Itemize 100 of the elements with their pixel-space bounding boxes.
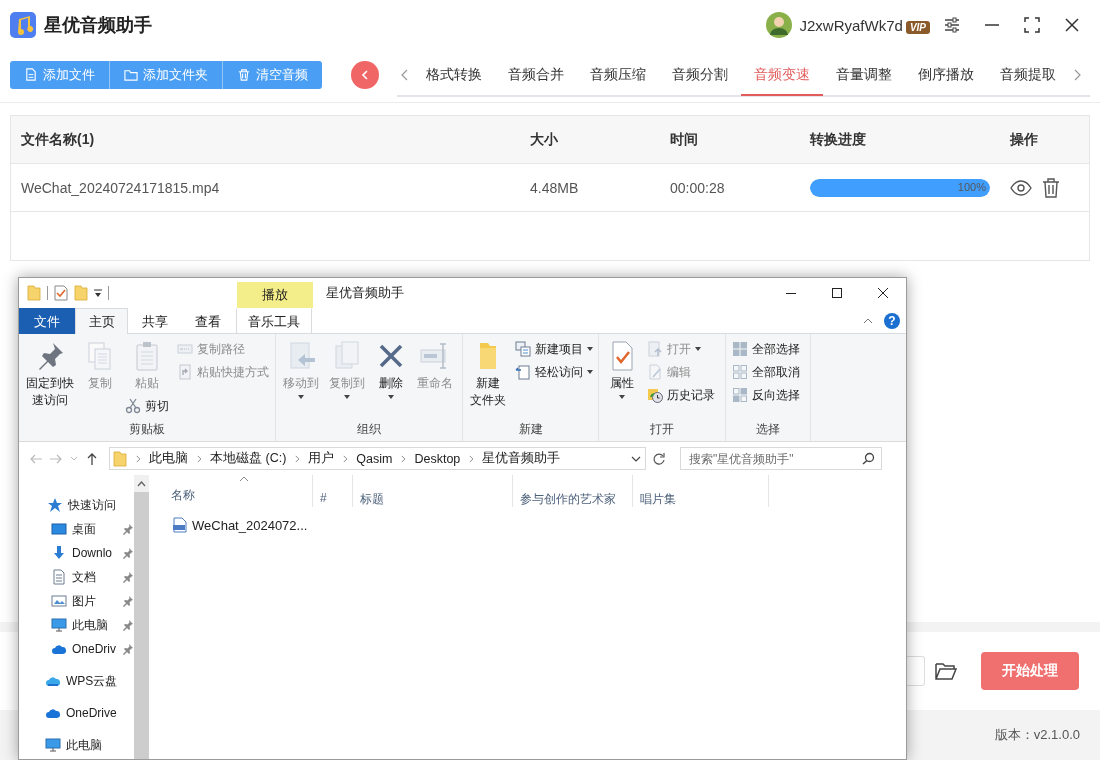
- ribbon-button[interactable]: 历史记录: [644, 384, 718, 406]
- nav-item[interactable]: WPS云盘: [19, 665, 134, 697]
- breadcrumb-item[interactable]: Qasim: [356, 451, 393, 466]
- tab[interactable]: 音频压缩: [576, 56, 659, 96]
- dropdown-icon[interactable]: [94, 288, 102, 298]
- column-header: 时间: [669, 130, 699, 149]
- column-header[interactable]: 名称: [164, 475, 313, 507]
- nav-item[interactable]: 此电脑: [19, 613, 134, 637]
- refresh-icon[interactable]: [652, 451, 666, 466]
- select-all-icon: [732, 341, 748, 357]
- nav-item[interactable]: Downlo: [19, 541, 134, 565]
- breadcrumb-item[interactable]: Desktop: [414, 451, 461, 466]
- column-header[interactable]: 标题: [353, 475, 513, 507]
- select-none-icon: [732, 364, 748, 380]
- back-button[interactable]: [351, 61, 379, 89]
- avatar: [765, 12, 792, 38]
- app-title: 星优音频助手: [44, 14, 152, 37]
- column-header[interactable]: 唱片集: [633, 475, 769, 507]
- invert-selection-icon: [732, 387, 748, 403]
- breadcrumb-item[interactable]: 此电脑: [149, 450, 188, 467]
- group-label: 剪贴板: [128, 421, 166, 438]
- ribbon-button[interactable]: 反向选择: [729, 384, 803, 406]
- ribbon-tab[interactable]: 查看: [181, 308, 234, 334]
- address-bar[interactable]: 此电脑 本地磁盘 (C:) 用户 Qasim Desktop 星优音频助手: [109, 447, 646, 470]
- help-button[interactable]: ?: [884, 312, 900, 329]
- nav-item[interactable]: 此电脑: [19, 729, 134, 759]
- maximize-icon: [831, 287, 843, 299]
- folder-icon: [113, 450, 127, 467]
- scissors-icon: [125, 398, 141, 414]
- star-icon: [47, 497, 63, 513]
- ribbon-button[interactable]: 新建项目: [512, 338, 596, 360]
- open-icon: [647, 341, 663, 357]
- eye-icon[interactable]: [1010, 179, 1032, 196]
- ribbon-button[interactable]: 剪切: [122, 395, 172, 417]
- path-icon: [177, 341, 193, 357]
- nav-item[interactable]: 文档: [19, 565, 134, 589]
- table-cell-text: 4.48MB: [529, 179, 580, 196]
- breadcrumb-item[interactable]: 用户: [308, 450, 335, 467]
- group-label: 打开: [649, 421, 675, 438]
- column-header: 大小: [529, 130, 559, 149]
- checklist-icon[interactable]: [54, 285, 68, 301]
- new-item-icon: [515, 341, 531, 357]
- window-title: 星优音频助手: [326, 284, 404, 302]
- table-cell-text: 00:00:28: [669, 179, 726, 196]
- tab[interactable]: 音量调整: [822, 56, 905, 96]
- desktop-icon: [51, 521, 67, 537]
- breadcrumb-item[interactable]: 本地磁盘 (C:): [210, 450, 287, 467]
- edit-icon: [647, 364, 663, 380]
- document-icon: [24, 68, 38, 82]
- folder-icon: [124, 68, 138, 82]
- version-label: 版本：v2.1.0.0: [994, 726, 1080, 744]
- ribbon-tab[interactable]: 文件: [19, 308, 75, 334]
- nav-item[interactable]: 图片: [19, 589, 134, 613]
- nav-item[interactable]: OneDrive: [19, 697, 134, 729]
- app-logo: [10, 12, 36, 38]
- breadcrumb-item[interactable]: 星优音频助手: [482, 450, 561, 467]
- ribbon-tab[interactable]: 共享: [128, 308, 181, 334]
- settings-icon: [943, 16, 961, 34]
- close-icon: [877, 287, 889, 299]
- group-label: 选择: [755, 421, 781, 438]
- ribbon-button[interactable]: 属性: [602, 338, 642, 401]
- computer-icon: [45, 737, 61, 753]
- tab[interactable]: 音频提取: [986, 56, 1069, 96]
- trash-icon[interactable]: [1042, 177, 1060, 198]
- ribbon-button[interactable]: 删除: [371, 338, 411, 401]
- user-name: J2xwRyafWk7d: [799, 16, 903, 34]
- tab[interactable]: 音频合并: [494, 56, 577, 96]
- up-arrow-icon[interactable]: [85, 451, 99, 466]
- vip-badge: VIP: [905, 20, 930, 34]
- ribbon-button[interactable]: 轻松访问: [512, 361, 596, 383]
- ribbon-button[interactable]: 全部选择: [729, 338, 803, 360]
- ribbon-button[interactable]: 固定到快 速访问: [22, 338, 78, 411]
- folder-icon[interactable]: [935, 661, 957, 681]
- minimize-icon: [786, 292, 796, 294]
- computer-icon: [51, 617, 67, 633]
- tab[interactable]: 格式转换: [412, 56, 495, 96]
- output-path-field[interactable]: [907, 656, 925, 686]
- image-icon: [51, 593, 67, 609]
- ribbon-tab[interactable]: 主页: [75, 308, 128, 334]
- column-header[interactable]: #: [313, 475, 353, 507]
- ribbon-button[interactable]: 全部取消: [729, 361, 803, 383]
- audio-file-icon: [172, 517, 188, 533]
- group-label: 组织: [356, 421, 382, 438]
- column-header[interactable]: 参与创作的艺术家: [513, 475, 633, 507]
- tab[interactable]: 倒序播放: [904, 56, 987, 96]
- file-item[interactable]: WeChat_2024072...: [164, 514, 312, 536]
- history-icon: [647, 387, 663, 403]
- nav-item[interactable]: OneDriv: [19, 637, 134, 661]
- progress-reading: 100%: [957, 180, 986, 193]
- ribbon-button[interactable]: 新建 文件夹: [466, 338, 510, 411]
- document-icon: [51, 569, 67, 585]
- minimize-icon: [985, 24, 999, 26]
- easy-access-icon: [515, 364, 531, 380]
- search-field[interactable]: 搜索"星优音频助手": [680, 447, 882, 470]
- close-icon: [1063, 16, 1081, 34]
- shortcut-icon: [177, 364, 193, 380]
- column-header: 文件名称(1): [20, 130, 96, 149]
- group-label: 新建: [517, 421, 544, 438]
- tab[interactable]: 音频变速: [740, 56, 823, 96]
- tab[interactable]: 音频分割: [658, 56, 741, 96]
